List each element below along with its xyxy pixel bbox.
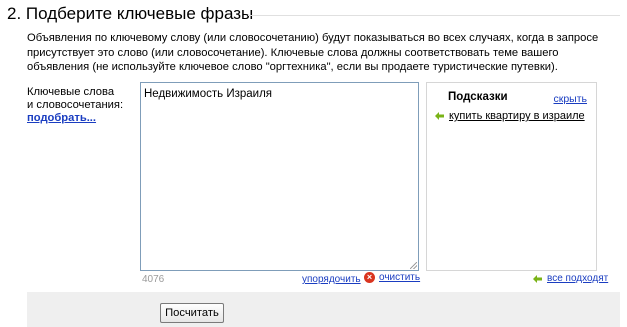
calculate-button[interactable]: Посчитать xyxy=(160,303,224,323)
clear-control[interactable]: × очистить xyxy=(364,272,420,283)
section-title: 2. Подберите ключевые фразы xyxy=(7,4,254,23)
keywords-label: Ключевые слова и словосочетания: подобра… xyxy=(27,86,123,125)
all-fit-control[interactable]: все подходят xyxy=(533,273,608,284)
left-arrow-icon[interactable] xyxy=(435,112,444,120)
pick-keywords-link[interactable]: подобрать... xyxy=(27,112,96,125)
keywords-label-line2: и словосочетания: xyxy=(27,99,124,111)
keywords-label-line1: Ключевые слова xyxy=(27,86,115,98)
char-counter: 4076 xyxy=(142,274,165,285)
hints-panel: Подсказки скрыть купить квартиру в израи… xyxy=(426,82,597,271)
clear-link[interactable]: очистить xyxy=(379,272,420,283)
clear-x-icon[interactable]: × xyxy=(364,272,375,283)
left-arrow-icon[interactable] xyxy=(533,274,542,283)
hint-link[interactable]: купить квартиру в израиле xyxy=(449,110,585,122)
title-divider xyxy=(248,15,620,16)
section-description: Объявления по ключевому слову (или слово… xyxy=(27,32,599,73)
keywords-textarea[interactable]: Недвижимость Израиля xyxy=(140,82,419,271)
all-fit-link[interactable]: все подходят xyxy=(547,273,608,284)
footer-bar xyxy=(27,292,620,327)
hints-title: Подсказки xyxy=(448,91,508,103)
hint-item[interactable]: купить квартиру в израиле xyxy=(435,110,585,122)
keywords-text[interactable]: Недвижимость Израиля xyxy=(144,88,272,100)
hide-hints-link[interactable]: скрыть xyxy=(553,93,587,105)
sort-link[interactable]: упорядочить xyxy=(302,274,361,285)
